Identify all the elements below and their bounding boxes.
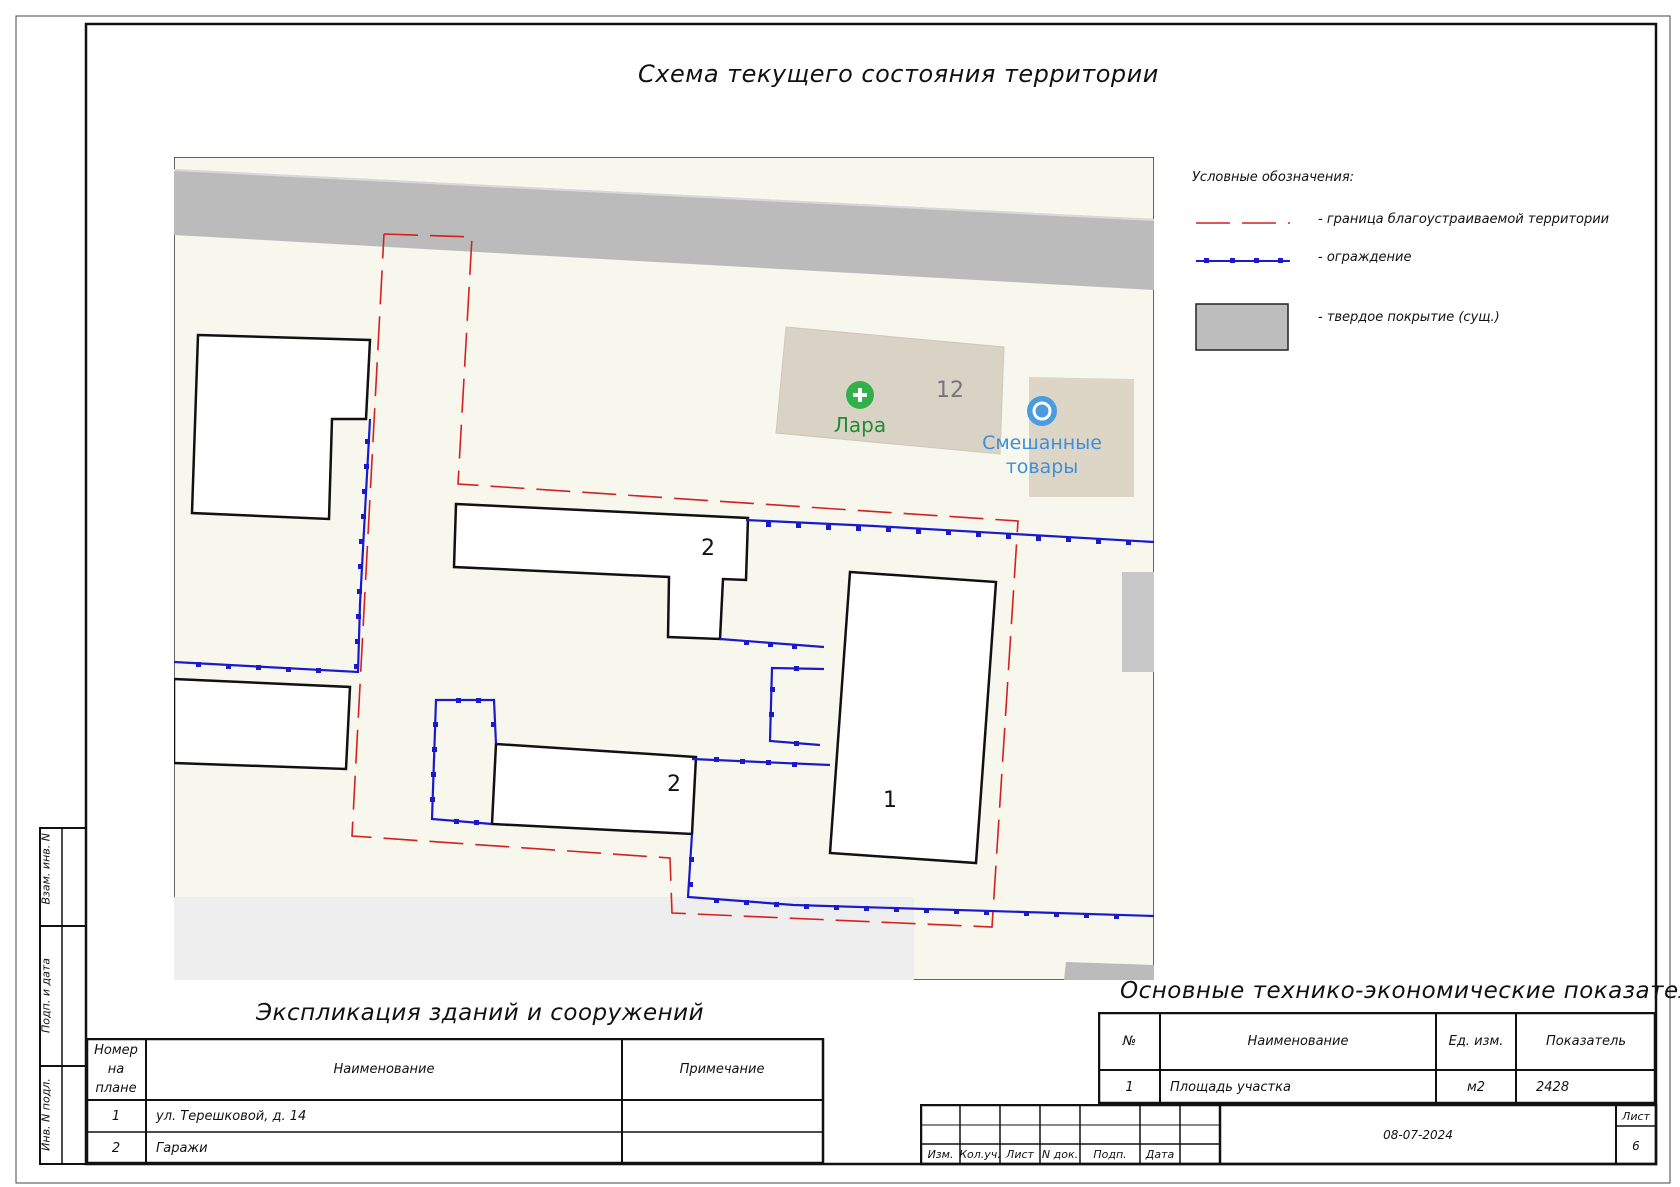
- explication-row-2-name: Гаражи: [156, 1140, 208, 1156]
- site-plan-map[interactable]: Лара 12 Смешанные товары 2 2 1: [174, 157, 1154, 980]
- explication-row-1-name: ул. Терешковой, д. 14: [156, 1109, 307, 1124]
- explication-header-note: Примечание: [679, 1062, 765, 1077]
- explication-row-1-note: [632, 1101, 822, 1132]
- legend-item-boundary: - граница благоустраиваемой территории: [1318, 212, 1610, 227]
- stamp-col-ndok: N док.: [1041, 1148, 1079, 1161]
- stamp-col-izm: Изм.: [927, 1148, 954, 1161]
- poi-house-number: 12: [936, 378, 964, 403]
- indicators-row-1-name: Площадь участка: [1170, 1079, 1291, 1095]
- legend-title: Условные обозначения:: [1192, 170, 1355, 185]
- explication-row-2-num: 2: [111, 1140, 121, 1156]
- explication-row-1-num: 1: [111, 1109, 121, 1124]
- poi-shop-line1: Смешанные: [982, 432, 1102, 454]
- building-1: [828, 570, 998, 865]
- building-label-2-top: 2: [701, 536, 715, 561]
- header-number-line3: плане: [95, 1081, 137, 1096]
- shop-icon: [1027, 396, 1057, 426]
- building-label-1: 1: [883, 788, 897, 813]
- neighbor-building: [1122, 572, 1154, 672]
- explication-header-name: Наименование: [333, 1062, 435, 1077]
- explication-row-2-note: [632, 1133, 822, 1163]
- ground-area: [174, 897, 914, 980]
- indicators-row-1-value: 2428: [1536, 1079, 1570, 1095]
- explication-title: Экспликация зданий и сооружений: [256, 1000, 705, 1026]
- stamp-sheet-label: Лист: [1622, 1109, 1650, 1123]
- legend-paving-swatch: [1195, 303, 1289, 351]
- indicators-header-unit: Ед. изм.: [1448, 1034, 1504, 1049]
- stamp-col-list: Лист: [1006, 1148, 1034, 1161]
- indicators-row-1-num: 1: [1125, 1079, 1134, 1095]
- explication-header-number: Номер на плане: [86, 1039, 146, 1100]
- drawing-sheet: Взам. инв. N Подп. и дата Инв. N подл. С…: [0, 0, 1680, 1187]
- stamp-col-koluch: Кол.уч.: [959, 1148, 1001, 1161]
- building-2-bottom: [490, 742, 698, 836]
- header-number-line2: на: [107, 1062, 125, 1077]
- stamp-sheet-number: 6: [1632, 1138, 1640, 1153]
- indicators-header-value: Показатель: [1546, 1034, 1626, 1049]
- indicators-row-1-unit: м2: [1466, 1079, 1486, 1095]
- poi-shop-line2: товары: [1006, 456, 1079, 478]
- poi-pharmacy-label: Лара: [834, 413, 886, 437]
- stamp-col-data: Дата: [1145, 1148, 1175, 1161]
- side-label-vzam: Взам. инв. N: [39, 833, 53, 905]
- indicators-title: Основные технико-экономические показател…: [1120, 978, 1680, 1004]
- stamp-col-podp: Подп.: [1093, 1148, 1127, 1161]
- side-label-podp: Подп. и дата: [39, 958, 53, 1033]
- legend-item-fence: - ограждение: [1318, 250, 1412, 265]
- stamp-date: 08-07-2024: [1383, 1128, 1453, 1142]
- indicators-header-num: №: [1122, 1034, 1137, 1049]
- indicators-header-name: Наименование: [1247, 1034, 1349, 1049]
- building-left-bottom: [174, 677, 352, 771]
- legend-symbols: [1195, 222, 1290, 351]
- header-number-line1: Номер: [94, 1043, 138, 1058]
- building-label-2-bottom: 2: [667, 772, 681, 797]
- side-label-inv: Инв. N подл.: [39, 1078, 53, 1151]
- sheet-title: Схема текущего состояния территории: [638, 60, 1159, 88]
- house-12: [775, 326, 1005, 455]
- legend-item-paving: - твердое покрытие (сущ.): [1318, 310, 1500, 325]
